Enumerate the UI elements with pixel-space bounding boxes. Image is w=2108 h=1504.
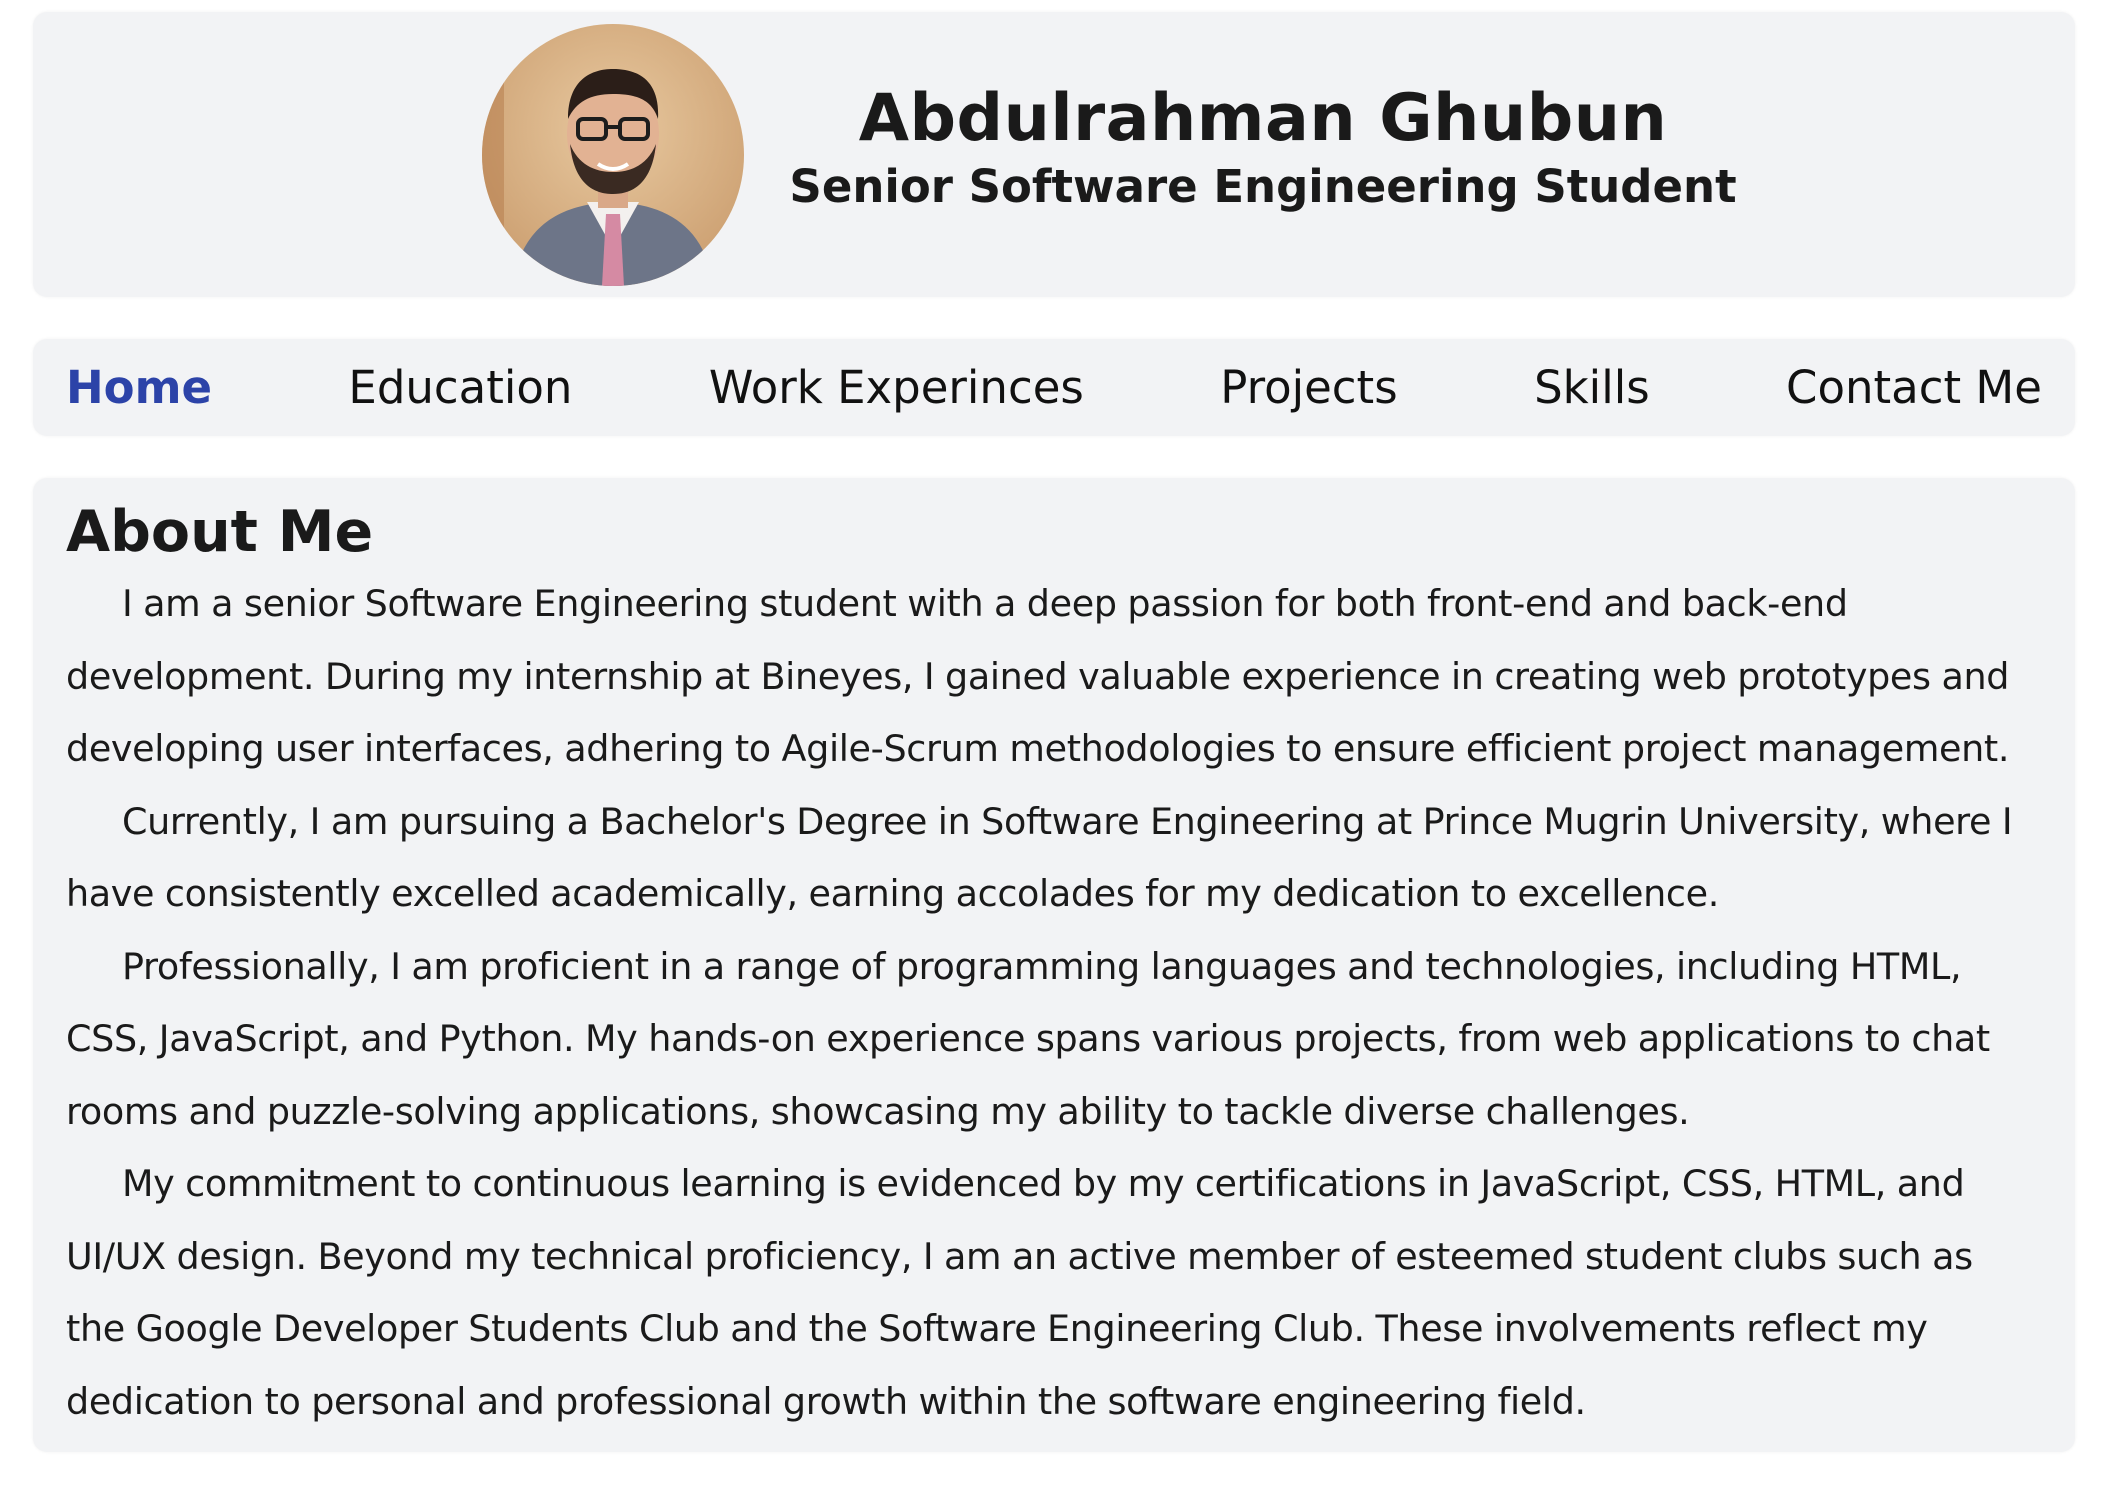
about-paragraph: Currently, I am pursuing a Bachelor's De… — [66, 799, 2013, 916]
about-paragraph: Professionally, I am proficient in a ran… — [66, 944, 1990, 1133]
profile-photo — [482, 24, 744, 286]
about-body: I am a senior Software Engineering stude… — [66, 568, 2042, 1438]
main-nav: Home Education Work Experinces Projects … — [33, 339, 2075, 436]
nav-skills[interactable]: Skills — [1534, 361, 1650, 414]
about-title: About Me — [66, 499, 374, 565]
identity-block: Abdulrahman Ghubun Senior Software Engin… — [773, 80, 1753, 216]
nav-work-experiences[interactable]: Work Experinces — [709, 361, 1084, 414]
profile-photo-icon — [482, 24, 744, 286]
profile-subtitle: Senior Software Engineering Student — [789, 160, 1737, 213]
about-paragraph: My commitment to continuous learning is … — [66, 1162, 1973, 1423]
nav-contact-me[interactable]: Contact Me — [1786, 361, 2042, 414]
profile-name: Abdulrahman Ghubun — [858, 81, 1668, 156]
nav-home[interactable]: Home — [66, 361, 212, 414]
about-paragraph: I am a senior Software Engineering stude… — [66, 582, 2010, 770]
nav-education[interactable]: Education — [348, 361, 572, 414]
about-section: About Me I am a senior Software Engineer… — [33, 478, 2075, 1452]
nav-projects[interactable]: Projects — [1220, 361, 1397, 414]
header-card: Abdulrahman Ghubun Senior Software Engin… — [33, 12, 2075, 297]
